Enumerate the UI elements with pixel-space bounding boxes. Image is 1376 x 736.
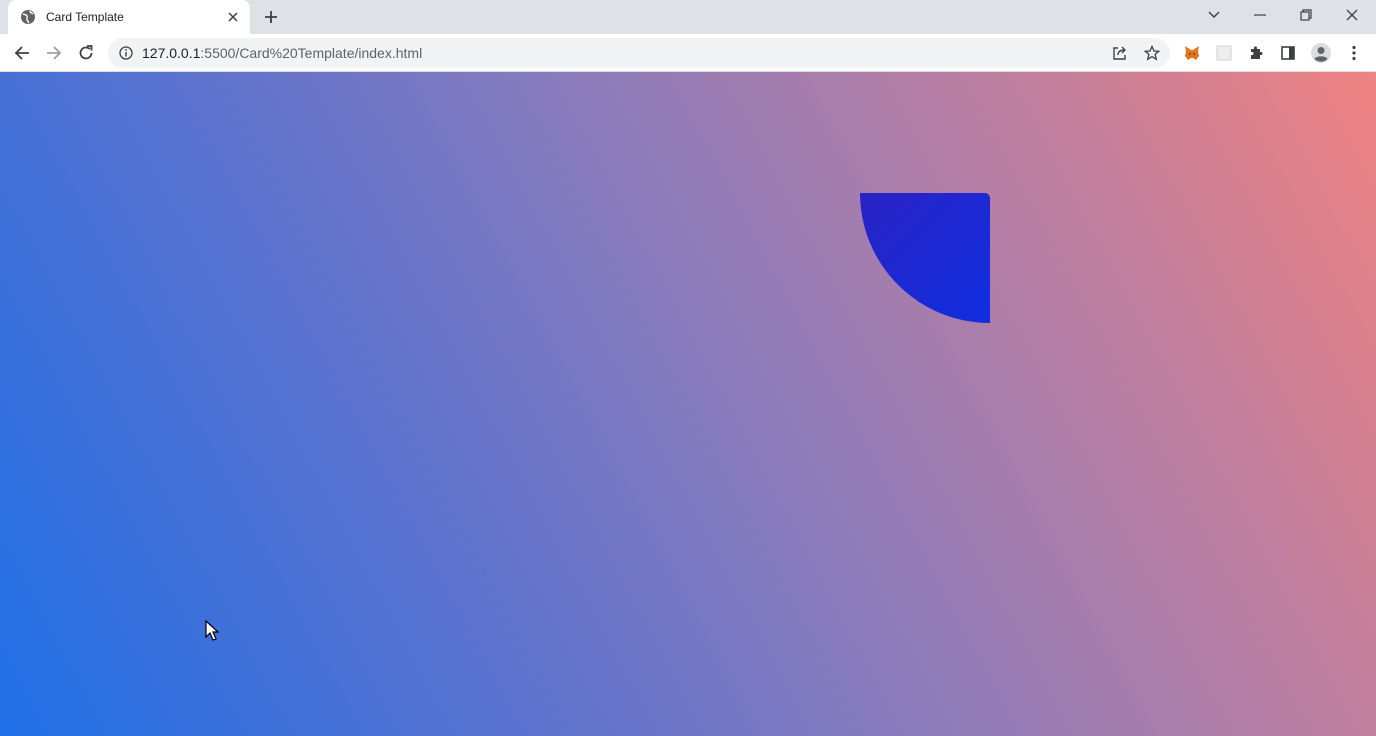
tab-strip: Card Template (0, 0, 1376, 34)
puzzle-icon[interactable] (1240, 37, 1272, 69)
url-path: :5500/Card%20Template/index.html (200, 45, 423, 61)
info-icon[interactable] (110, 38, 142, 68)
close-tab-icon[interactable] (224, 8, 242, 26)
forward-button[interactable] (38, 37, 70, 69)
globe-icon (20, 9, 36, 25)
restore-button[interactable] (1283, 0, 1329, 30)
tab-title: Card Template (46, 10, 124, 24)
browser-toolbar: 127.0.0.1:5500/Card%20Template/index.htm… (0, 34, 1376, 72)
sidepanel-icon[interactable] (1272, 37, 1304, 69)
share-icon[interactable] (1105, 38, 1135, 68)
mouse-cursor-icon (205, 620, 219, 641)
metamask-fox-icon[interactable] (1176, 37, 1208, 69)
minimize-button[interactable] (1237, 0, 1283, 30)
card-shape (860, 193, 990, 323)
profile-icon[interactable] (1305, 37, 1337, 69)
address-bar[interactable]: 127.0.0.1:5500/Card%20Template/index.htm… (108, 38, 1170, 68)
extension-placeholder-icon[interactable] (1208, 37, 1240, 69)
tab-search-button[interactable] (1191, 0, 1237, 30)
tab-card-template[interactable]: Card Template (8, 0, 250, 34)
page-viewport (0, 72, 1376, 736)
url-text[interactable]: 127.0.0.1:5500/Card%20Template/index.htm… (142, 45, 422, 61)
close-window-button[interactable] (1329, 0, 1375, 30)
new-tab-button[interactable] (260, 6, 282, 28)
url-host: 127.0.0.1 (142, 45, 201, 61)
kebab-menu-icon[interactable] (1338, 37, 1370, 69)
reload-button[interactable] (70, 37, 102, 69)
star-icon[interactable] (1137, 38, 1167, 68)
back-button[interactable] (6, 37, 38, 69)
